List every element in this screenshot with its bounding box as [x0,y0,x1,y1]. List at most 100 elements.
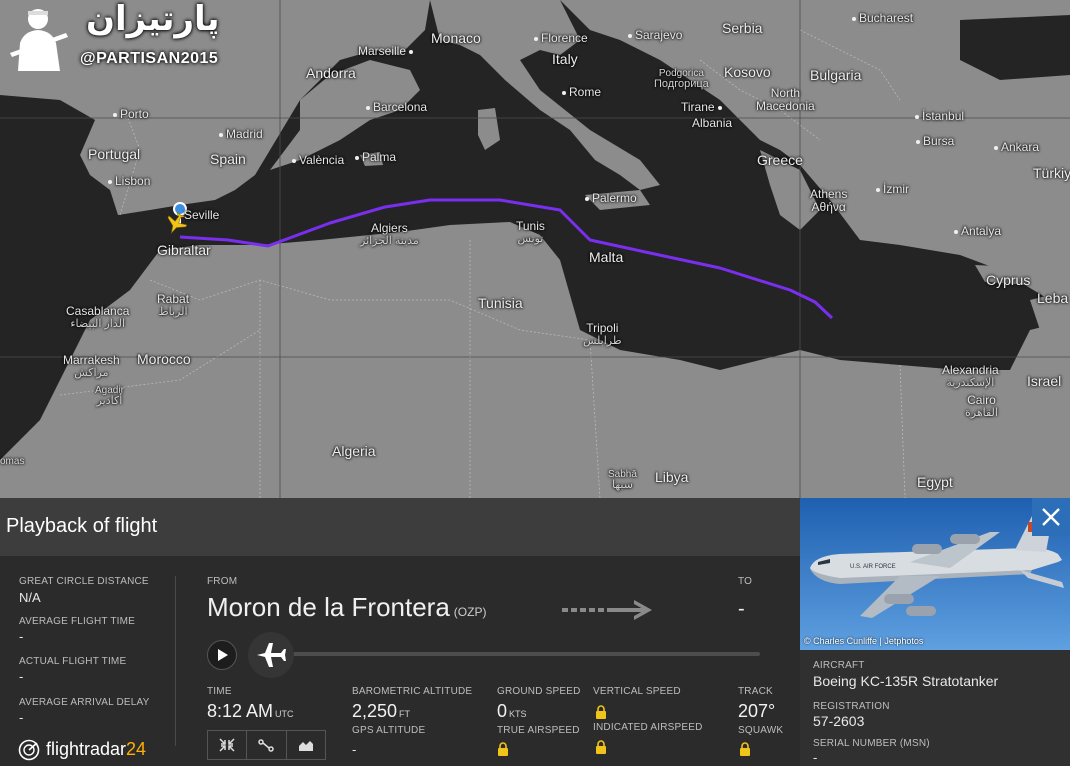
from-label: FROM [207,576,238,587]
place-monaco: Monaco [431,30,481,46]
lock-icon[interactable] [497,742,509,756]
aircraft-photo-image: U.S. AIR FORCE [800,498,1070,650]
flight-map[interactable]: Bucharest Sarajevo Serbia Monaco Florenc… [0,0,1070,498]
average-flight-time-label: AVERAGE FLIGHT TIME [19,616,136,627]
place-rabat: Rabat الرباط [157,292,190,319]
from-airport[interactable]: Moron de la Frontera (OZP) [207,592,486,623]
place-cyprus: Cyprus [986,272,1031,288]
route-button[interactable] [247,731,287,759]
place-athens: Athens Αθήνα [810,187,848,214]
place-valencia: València [292,154,344,167]
gps-altitude-value: - [352,742,357,757]
place-cairo: Cairo القاهرة [965,393,998,420]
place-antalya: Antalya [954,225,1001,238]
great-circle-distance-value: N/A [19,590,41,605]
place-agadir: Agadir أكادير [95,385,124,407]
playback-timeline[interactable] [280,652,760,656]
place-istanbul: İstanbul [915,110,964,123]
place-italy: Italy [552,51,578,67]
place-north-macedonia: North Macedonia [756,86,815,113]
place-sarajevo: Sarajevo [628,29,682,42]
route-arrow-icon [562,600,652,620]
ground-speed-value: 0 KTS [497,701,527,721]
place-barcelona: Barcelona [366,101,427,114]
play-button[interactable] [207,640,237,670]
close-button[interactable] [1032,498,1070,536]
place-turkiye: Türkiye [1033,165,1070,181]
partisan-logo-icon [10,9,68,71]
gps-altitude-label: GPS ALTITUDE [352,725,426,736]
place-seville: Seville [184,208,220,222]
place-albania: Albania [692,116,733,130]
watermark: پارتیزان @PARTISAN2015 [4,0,234,71]
place-izmir: İzmir [876,183,909,196]
timeline-plane-handle[interactable] [248,632,294,678]
watermark-handle: @PARTISAN2015 [80,50,219,67]
panel-body: GREAT CIRCLE DISTANCE N/A AVERAGE FLIGHT… [0,556,800,766]
place-algiers: Algiers مدينة الجزائر [360,221,419,248]
from-airport-name: Moron de la Frontera [207,592,450,622]
aircraft-panel: U.S. AIR FORCE © Charles Cunliffe | Jetp… [800,498,1070,766]
aircraft-photo[interactable]: U.S. AIR FORCE © Charles Cunliffe | Jetp… [800,498,1070,650]
barometric-altitude-label: BAROMETRIC ALTITUDE [352,686,473,697]
place-lisbon: Lisbon [108,175,150,188]
radar-icon [18,739,40,761]
great-circle-distance-label: GREAT CIRCLE DISTANCE [19,576,149,587]
place-greece: Greece [757,152,803,168]
serial-number-label: SERIAL NUMBER (MSN) [813,738,930,749]
flightradar24-logo[interactable]: flightradar24 [18,739,146,761]
place-egypt: Egypt [917,474,953,490]
place-andorra: Andorra [306,65,356,81]
actual-flight-time-label: ACTUAL FLIGHT TIME [19,656,127,667]
serial-number-value: - [813,750,818,765]
squawk-label: SQUAWK [738,725,784,736]
place-tripoli: Tripoli طرابلس [583,321,622,348]
collapse-view-button[interactable] [208,731,248,759]
place-rome: Rome [562,86,601,99]
time-value: 8:12 AM UTC [207,701,294,721]
play-icon [218,649,228,661]
aircraft-info: AIRCRAFT Boeing KC-135R Stratotanker REG… [800,650,1070,766]
place-florence: Florence [534,32,588,45]
true-airspeed-label: TRUE AIRSPEED [497,725,580,736]
lock-icon[interactable] [595,705,607,719]
indicated-airspeed-label: INDICATED AIRSPEED [593,722,703,733]
lock-icon[interactable] [595,740,607,754]
airplane-icon [257,643,286,667]
average-flight-time-value: - [19,629,24,644]
place-bursa: Bursa [916,135,954,148]
place-marrakesh: Marrakesh مراكش [63,353,120,380]
place-kosovo: Kosovo [724,64,771,80]
playback-panel: Playback of flight GREAT CIRCLE DISTANCE… [0,498,800,766]
place-palermo: Palermo [585,192,637,205]
place-sabha: Sabhā سبها [608,469,637,491]
lock-icon[interactable] [739,742,751,756]
place-spain: Spain [210,151,246,167]
place-malta: Malta [589,249,624,265]
from-airport-code: (OZP) [453,605,487,619]
place-algeria: Algeria [332,443,376,459]
place-tirane: Tirane [681,101,725,114]
track-value: 207° [738,701,776,721]
to-airport[interactable]: - [738,598,745,621]
place-serbia: Serbia [722,20,763,36]
place-podgorica: Podgorica Подгорица [654,68,709,90]
collapse-icon [219,738,235,752]
actual-flight-time-value: - [19,669,24,684]
flightradar24-wordmark: flightradar24 [46,739,147,759]
place-alexandria: Alexandria الإسكندرية [942,363,999,390]
photo-credit[interactable]: © Charles Cunliffe | Jetphotos [804,636,923,646]
altitude-graph-button[interactable] [287,731,325,759]
place-bucharest: Bucharest [852,12,913,25]
panel-title: Playback of flight [6,515,158,537]
place-tunisia: Tunisia [478,295,523,311]
place-madrid: Madrid [219,128,263,141]
graph-icon [298,741,313,751]
place-porto: Porto [113,108,149,121]
watermark-logo-text: پارتیزان [86,0,220,38]
track-label: TRACK [738,686,773,697]
tail-text: U.S. AIR FORCE [850,564,896,570]
ground-speed-label: GROUND SPEED [497,686,581,697]
place-bulgaria: Bulgaria [810,67,862,83]
place-palma: Palma [355,151,396,164]
